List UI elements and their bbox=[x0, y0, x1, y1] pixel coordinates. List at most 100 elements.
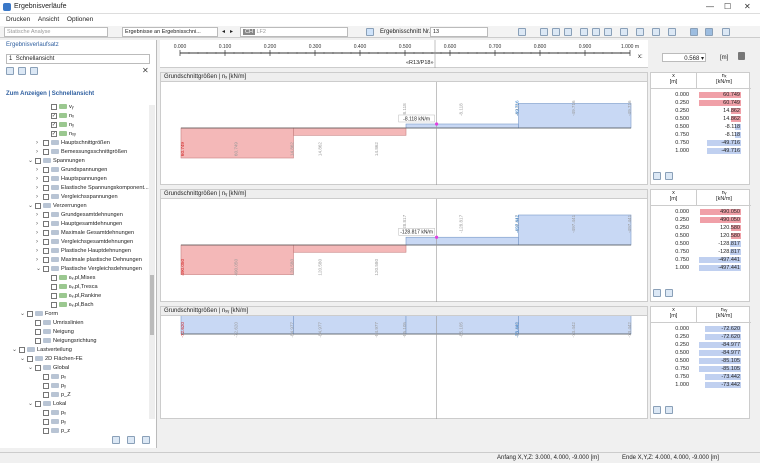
tree-checkbox[interactable] bbox=[43, 418, 49, 425]
menu-drucken[interactable]: Drucken bbox=[6, 16, 30, 23]
table-row[interactable]: 0.250 490.050 bbox=[651, 216, 749, 224]
table-row[interactable]: 0.500 120.580 bbox=[651, 232, 749, 240]
tree-checkbox[interactable] bbox=[51, 103, 57, 110]
table-row[interactable]: 0.500 -85.105 bbox=[651, 357, 749, 365]
tree-checkbox[interactable] bbox=[35, 157, 41, 164]
filter-max-icon[interactable] bbox=[653, 406, 661, 414]
table-row[interactable]: 0.750 -497.441 bbox=[651, 256, 749, 264]
tree-checkbox[interactable] bbox=[43, 193, 49, 200]
table-row[interactable]: 1.000 -497.441 bbox=[651, 264, 749, 272]
tree-checkbox[interactable] bbox=[43, 229, 49, 236]
table-row[interactable]: 0.750 -128.817 bbox=[651, 248, 749, 256]
table-row[interactable]: 0.250 14.862 bbox=[651, 107, 749, 115]
expand-icon[interactable]: › bbox=[36, 212, 42, 218]
tree-item[interactable]: ✓ nₓ bbox=[44, 111, 74, 120]
tree-item[interactable]: pᵧ bbox=[36, 417, 66, 426]
tree-item[interactable]: › Vergleichsspannungen bbox=[36, 192, 118, 201]
table-row[interactable]: 1.000 -73.442 bbox=[651, 381, 749, 389]
table-row[interactable]: 0.000 60.749 bbox=[651, 91, 749, 99]
expand-icon[interactable]: › bbox=[36, 149, 42, 155]
new-preset-icon[interactable] bbox=[6, 67, 14, 75]
uncheck-all-icon[interactable] bbox=[127, 436, 135, 444]
tree-checkbox[interactable] bbox=[43, 175, 49, 182]
tree-checkbox[interactable] bbox=[51, 283, 57, 290]
display-icon[interactable] bbox=[620, 28, 628, 36]
expand-icon[interactable]: ⌄ bbox=[28, 400, 34, 407]
table-row[interactable]: 0.250 -84.977 bbox=[651, 341, 749, 349]
tree-item[interactable]: p_Z bbox=[36, 390, 71, 399]
expand-icon[interactable]: ⌄ bbox=[12, 346, 18, 353]
lock-icon[interactable] bbox=[738, 52, 745, 60]
table-row[interactable]: 0.500 -84.977 bbox=[651, 349, 749, 357]
table-row[interactable]: 0.750 -8.118 bbox=[651, 131, 749, 139]
tree-item[interactable]: εᵥ,pl,Tresca bbox=[44, 282, 98, 291]
loadcase-select[interactable]: CH LF2 bbox=[240, 27, 348, 37]
check-all-icon[interactable] bbox=[112, 436, 120, 444]
table-row[interactable]: 1.000 -49.716 bbox=[651, 147, 749, 155]
print-icon[interactable] bbox=[518, 28, 526, 36]
tree-item[interactable]: › Grundgesamtdehnungen bbox=[36, 210, 123, 219]
tree-item[interactable]: ⌄ Lokal bbox=[28, 399, 66, 408]
tree-item[interactable]: › Bemessungsschnittgrößen bbox=[36, 147, 127, 156]
expand-icon[interactable]: › bbox=[36, 140, 42, 146]
tree-item[interactable]: Neigung bbox=[28, 327, 74, 336]
tree-checkbox[interactable] bbox=[43, 382, 49, 389]
tree-item[interactable]: ✓ nₓᵧ bbox=[44, 129, 76, 138]
filter-min-icon[interactable] bbox=[665, 289, 673, 297]
close-icon[interactable]: ✕ bbox=[744, 2, 751, 11]
table-row[interactable]: 0.250 120.580 bbox=[651, 224, 749, 232]
max-icon[interactable] bbox=[592, 28, 600, 36]
position-ruler[interactable]: 0.000 0.100 0.200 0.300 0.400 0.500 0.600 0.700… bbox=[160, 40, 648, 68]
tree-item[interactable]: › Hauptspannungen bbox=[36, 174, 107, 183]
delete-preset-icon[interactable]: ✕ bbox=[142, 66, 149, 75]
filter-min-icon[interactable] bbox=[665, 406, 673, 414]
expand-icon[interactable]: › bbox=[36, 167, 42, 173]
tree-item[interactable]: pₓ bbox=[36, 372, 66, 381]
tree-checkbox[interactable] bbox=[43, 238, 49, 245]
expand-icon[interactable]: › bbox=[36, 230, 42, 236]
expand-icon[interactable]: ⌄ bbox=[36, 265, 42, 272]
expand-icon[interactable]: › bbox=[36, 248, 42, 254]
tree-item[interactable]: › Vergleichsgesamtdehnungen bbox=[36, 237, 133, 246]
tree-checkbox[interactable] bbox=[35, 202, 41, 209]
tree-checkbox[interactable] bbox=[35, 364, 41, 371]
tree-checkbox[interactable] bbox=[43, 184, 49, 191]
table-row[interactable]: 0.750 -73.442 bbox=[651, 373, 749, 381]
copy-preset-icon[interactable] bbox=[18, 67, 26, 75]
expand-icon[interactable]: › bbox=[36, 257, 42, 263]
tree-item[interactable]: › Plastische Hauptdehnungen bbox=[36, 246, 131, 255]
tree-item[interactable]: εᵥ,pl,Rankine bbox=[44, 291, 101, 300]
table-row[interactable]: 0.250 -72.620 bbox=[651, 333, 749, 341]
tree-item[interactable]: › Maximale plastische Dehnungen bbox=[36, 255, 142, 264]
filter-min-icon[interactable] bbox=[665, 172, 673, 180]
menu-ansicht[interactable]: Ansicht bbox=[38, 16, 59, 23]
table-row[interactable]: 0.000 490.050 bbox=[651, 208, 749, 216]
tree-item[interactable]: εᵥ,pl,Mises bbox=[44, 273, 95, 282]
expand-icon[interactable]: ⌄ bbox=[28, 364, 34, 371]
section-icon[interactable] bbox=[366, 28, 374, 36]
tree-item[interactable]: ✓ nᵧ bbox=[44, 120, 74, 129]
tree-item[interactable]: pₓ bbox=[36, 408, 66, 417]
tree-item[interactable]: ⌄ 2D Flächen-FE bbox=[20, 354, 83, 363]
next-arrow-icon[interactable]: ▸ bbox=[230, 28, 233, 35]
menu-optionen[interactable]: Optionen bbox=[67, 16, 93, 23]
expand-icon[interactable]: › bbox=[36, 239, 42, 245]
prev-arrow-icon[interactable]: ◂ bbox=[222, 28, 225, 35]
expand-icon[interactable]: › bbox=[36, 185, 42, 191]
tree-checkbox[interactable] bbox=[51, 292, 57, 299]
zoom-out-icon[interactable] bbox=[552, 28, 560, 36]
zoom-in-icon[interactable] bbox=[540, 28, 548, 36]
filter-max-icon[interactable] bbox=[653, 172, 661, 180]
expand-icon[interactable]: ⌄ bbox=[28, 202, 34, 209]
tree-checkbox[interactable] bbox=[43, 148, 49, 155]
tree-item[interactable]: › Hauptschnittgrößen bbox=[36, 138, 110, 147]
expand-icon[interactable]: › bbox=[36, 194, 42, 200]
table-row[interactable]: 0.500 14.862 bbox=[651, 115, 749, 123]
tree-checkbox[interactable] bbox=[43, 391, 49, 398]
table-row[interactable]: 0.500 -8.118 bbox=[651, 123, 749, 131]
tree-item[interactable]: pᵧ bbox=[36, 381, 66, 390]
tree-checkbox[interactable]: ✓ bbox=[51, 130, 57, 137]
tree-item[interactable]: εᵥ,pl,Bach bbox=[44, 300, 94, 309]
tree-checkbox[interactable] bbox=[43, 373, 49, 380]
tree-item[interactable]: Neigungsrichtung bbox=[28, 336, 97, 345]
